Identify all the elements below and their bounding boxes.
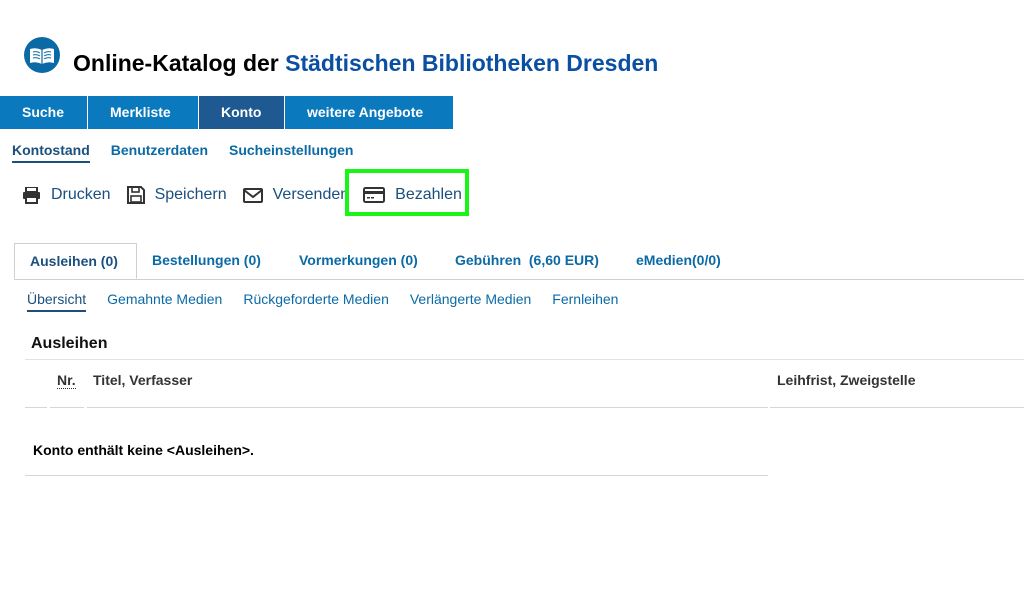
loan-filters: Übersicht Gemahnte Medien Rückgeforderte… [27, 291, 639, 312]
main-nav-konto[interactable]: Konto [199, 96, 285, 129]
column-header-due: Leihfrist, Zweigstelle [777, 372, 916, 388]
table-header-rule [87, 407, 768, 408]
filter-verlaengerte-medien[interactable]: Verlängerte Medien [410, 291, 531, 312]
section-divider [25, 359, 1024, 360]
pay-button-highlight [345, 169, 469, 216]
account-tabs: Ausleihen (0) Bestellungen (0) Vormerkun… [14, 243, 1024, 280]
tab-bestellungen[interactable]: Bestellungen (0) [152, 243, 261, 279]
main-nav: Suche Merkliste Konto weitere Angebote [0, 96, 453, 129]
library-book-logo-icon [24, 37, 60, 73]
tab-ausleihen[interactable]: Ausleihen (0) [14, 243, 137, 279]
envelope-icon [242, 187, 263, 203]
page-title-library-name: Städtischen Bibliotheken Dresden [285, 50, 659, 76]
filter-gemahnte-medien[interactable]: Gemahnte Medien [107, 291, 222, 312]
save-label: Speichern [154, 186, 227, 203]
table-header-rule [25, 407, 47, 408]
main-nav-merkliste[interactable]: Merkliste [88, 96, 199, 129]
sub-nav-kontostand[interactable]: Kontostand [12, 142, 90, 163]
send-label: Versenden [272, 186, 350, 203]
print-button[interactable]: Drucken [22, 184, 111, 206]
floppy-disk-icon [126, 186, 145, 204]
table-header-rule [50, 407, 84, 408]
account-sub-nav: Kontostand Benutzerdaten Sucheinstellung… [12, 142, 374, 163]
filter-rueckgeforderte-medien[interactable]: Rückgeforderte Medien [243, 291, 389, 312]
printer-icon [23, 186, 40, 204]
save-button[interactable]: Speichern [126, 184, 227, 206]
tab-vormerkungen[interactable]: Vormerkungen (0) [299, 243, 418, 279]
table-header-rule [770, 407, 1024, 408]
column-header-nr[interactable]: Nr. [57, 372, 76, 389]
filter-fernleihen[interactable]: Fernleihen [552, 291, 618, 312]
send-button[interactable]: Versenden [242, 184, 350, 206]
sub-nav-benutzerdaten[interactable]: Benutzerdaten [111, 142, 208, 163]
print-label: Drucken [51, 186, 111, 203]
main-nav-suche[interactable]: Suche [0, 96, 88, 129]
main-nav-weitere-angebote[interactable]: weitere Angebote [285, 96, 453, 129]
table-bottom-rule [25, 475, 768, 476]
sub-nav-sucheinstellungen[interactable]: Sucheinstellungen [229, 142, 353, 163]
loans-section-title: Ausleihen [31, 335, 108, 352]
page-title-prefix: Online-Katalog der [73, 50, 286, 76]
column-header-title: Titel, Verfasser [93, 372, 193, 388]
empty-loans-message: Konto enthält keine <Ausleihen>. [33, 442, 254, 458]
tab-emedien[interactable]: eMedien(0/0) [636, 243, 721, 279]
filter-uebersicht[interactable]: Übersicht [27, 291, 87, 312]
tab-gebuehren[interactable]: Gebühren (6,60 EUR) [455, 243, 599, 279]
page-title: Online-Katalog der Städtischen Bibliothe… [73, 50, 658, 77]
